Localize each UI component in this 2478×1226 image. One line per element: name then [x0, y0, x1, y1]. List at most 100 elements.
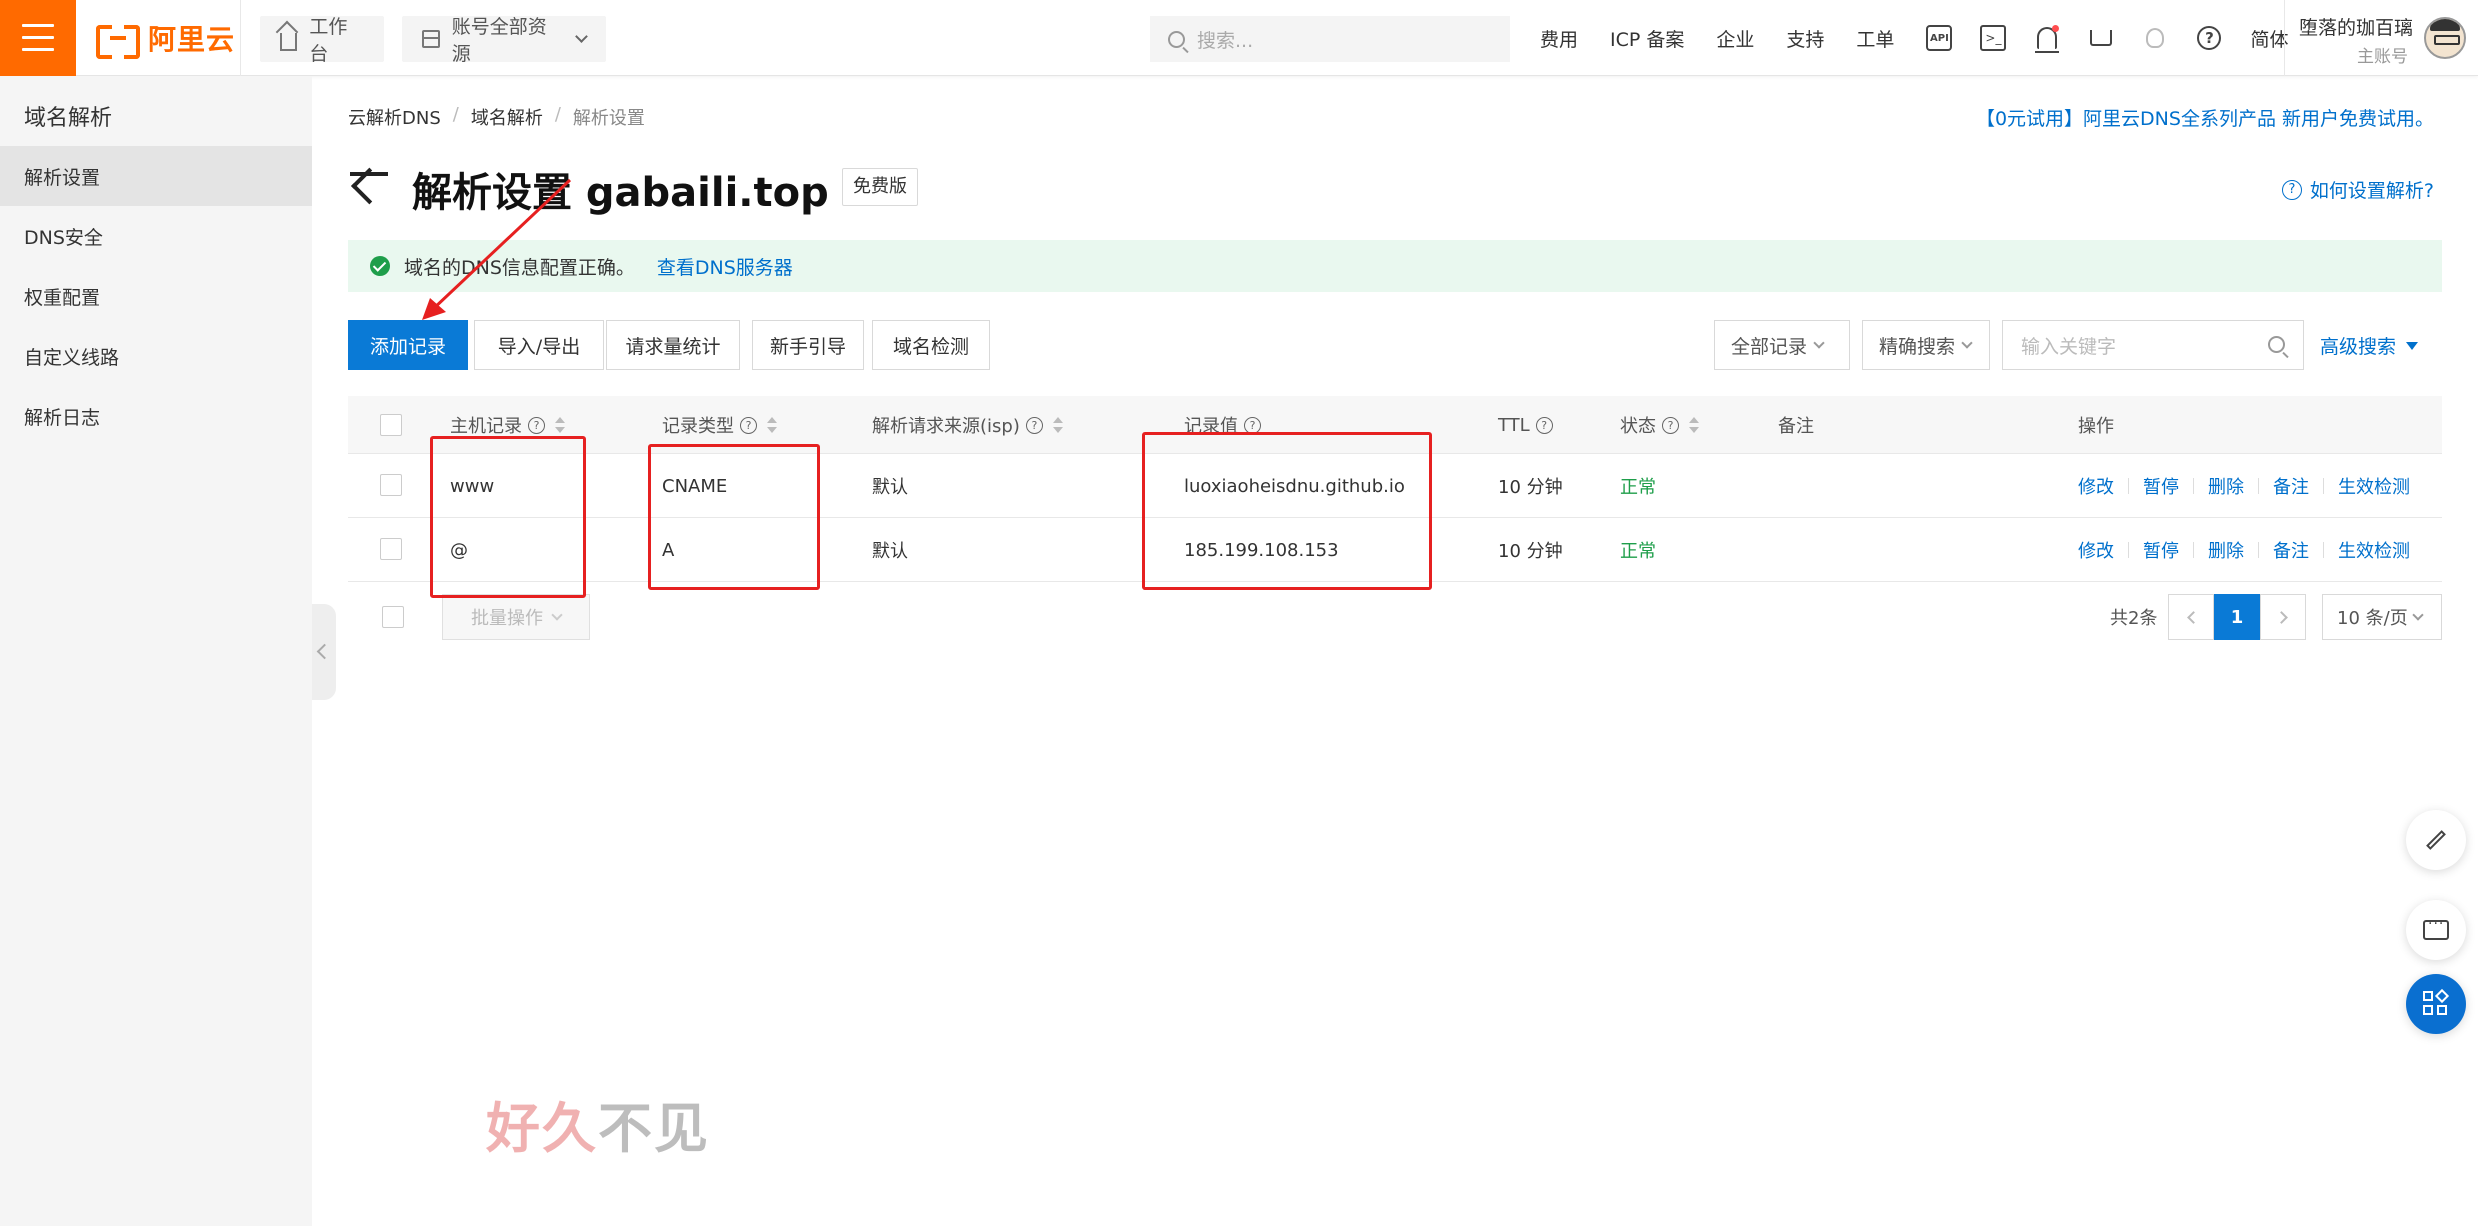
hamburger-menu-button[interactable]: [0, 0, 76, 76]
column-header-host[interactable]: 主机记录 ?: [450, 396, 565, 454]
sidebar-item-label: 权重配置: [24, 286, 101, 309]
nav-link-enterprise[interactable]: 企业: [1716, 25, 1754, 52]
remark-link[interactable]: 备注: [2273, 473, 2309, 499]
chevron-down-icon: [1813, 336, 1825, 349]
beginner-guide-button[interactable]: 新手引导: [752, 320, 864, 370]
sort-icon[interactable]: [1052, 416, 1063, 434]
chat-button[interactable]: [2406, 900, 2466, 960]
prev-page-button[interactable]: [2168, 594, 2214, 640]
watermark-part2: 不见: [598, 1097, 710, 1160]
help-button[interactable]: ?: [2196, 25, 2222, 51]
search-placeholder: 搜索...: [1197, 29, 1254, 52]
help-link[interactable]: ? 如何设置解析?: [2281, 176, 2434, 203]
sidebar-item-weight[interactable]: 权重配置: [0, 266, 312, 326]
question-icon[interactable]: ?: [1025, 416, 1043, 434]
sidebar-collapse-toggle[interactable]: [312, 604, 336, 700]
sort-icon[interactable]: [1689, 416, 1699, 434]
cell-ttl: 10 分钟: [1498, 541, 1563, 562]
cell-isp: 默认: [872, 477, 908, 498]
question-icon[interactable]: ?: [1244, 416, 1261, 434]
question-icon[interactable]: ?: [1535, 416, 1553, 434]
cell-type: A: [662, 539, 675, 561]
delete-link[interactable]: 删除: [2208, 473, 2244, 499]
user-menu[interactable]: 堕落的珈百璃 主账号: [2284, 0, 2478, 76]
view-dns-servers-link[interactable]: 查看DNS服务器: [657, 253, 793, 280]
pause-link[interactable]: 暂停: [2143, 537, 2179, 563]
column-header-isp[interactable]: 解析请求来源(isp) ?: [872, 396, 1063, 454]
edition-badge: 免费版: [842, 168, 918, 206]
breadcrumb-item-current: 解析设置: [572, 108, 645, 129]
record-filter-select[interactable]: 全部记录: [1714, 320, 1850, 370]
back-arrow-icon[interactable]: [350, 172, 388, 176]
sidebar-item-label: 解析设置: [24, 166, 101, 189]
records-table-header: 主机记录 ? 记录类型 ? 解析请求来源(isp) ? 记录值 ? TTL ? …: [348, 396, 2442, 454]
resources-dropdown[interactable]: 账号全部资源: [402, 16, 606, 65]
sort-icon[interactable]: [555, 416, 565, 434]
notification-button[interactable]: [2034, 25, 2060, 53]
sidebar-item-custom-line[interactable]: 自定义线路: [0, 326, 312, 386]
question-icon[interactable]: ?: [740, 416, 757, 434]
sidebar-title: 域名解析: [24, 106, 113, 131]
row-checkbox[interactable]: [380, 474, 402, 496]
avatar: [2424, 17, 2466, 59]
workbench-button[interactable]: 工作台: [260, 16, 384, 65]
batch-operation-button[interactable]: 批量操作: [442, 594, 590, 640]
next-page-button[interactable]: [2260, 594, 2306, 640]
keyword-input[interactable]: 输入关键字: [2002, 320, 2304, 370]
page-button-current[interactable]: 1: [2214, 594, 2260, 640]
column-header-type[interactable]: 记录类型 ?: [662, 396, 777, 454]
sort-icon[interactable]: [767, 416, 777, 434]
edit-link[interactable]: 修改: [2078, 473, 2114, 499]
sidebar-item-label: 自定义线路: [24, 346, 120, 369]
remark-link[interactable]: 备注: [2273, 537, 2309, 563]
apps-button[interactable]: [2406, 974, 2466, 1034]
sidebar-item-dns-settings[interactable]: 解析设置: [0, 146, 312, 206]
domain-check-button[interactable]: 域名检测: [872, 320, 990, 370]
page-size-select[interactable]: 10 条/页: [2322, 594, 2442, 640]
column-header-ttl: TTL ?: [1498, 396, 1553, 454]
cell-host: @: [450, 539, 468, 561]
advanced-search-toggle[interactable]: 高级搜索: [2320, 332, 2419, 359]
sidebar-item-dns-security[interactable]: DNS安全: [0, 206, 312, 266]
bell-icon: [2035, 25, 2060, 53]
select-all-checkbox[interactable]: [380, 414, 402, 436]
breadcrumb-item-domain[interactable]: 域名解析: [471, 104, 543, 130]
sidebar-item-logs[interactable]: 解析日志: [0, 386, 312, 446]
aliyun-logo[interactable]: 阿里云: [96, 20, 235, 59]
delete-link[interactable]: 删除: [2208, 537, 2244, 563]
feedback-edit-button[interactable]: [2406, 810, 2466, 870]
effect-check-link[interactable]: 生效检测: [2338, 473, 2410, 499]
row-checkbox[interactable]: [380, 538, 402, 560]
top-links: 费用 ICP 备案 企业 支持 工单 API >_ ? 简体: [1540, 0, 2288, 76]
user-role: 主账号: [2357, 47, 2408, 67]
pause-link[interactable]: 暂停: [2143, 473, 2179, 499]
promo-link[interactable]: 【0元试用】阿里云DNS全系列产品 新用户免费试用。: [1976, 104, 2434, 131]
tips-button[interactable]: [2142, 25, 2168, 51]
edit-link[interactable]: 修改: [2078, 537, 2114, 563]
sidebar-item-label: DNS安全: [24, 226, 103, 249]
cell-ttl: 10 分钟: [1498, 477, 1563, 498]
pencil-icon: [2426, 830, 2446, 850]
cell-type: CNAME: [662, 475, 728, 497]
api-icon[interactable]: API: [1926, 25, 1953, 51]
question-icon[interactable]: ?: [528, 416, 545, 434]
terminal-icon[interactable]: >_: [1980, 25, 2007, 51]
breadcrumb-item-dns[interactable]: 云解析DNS: [348, 104, 441, 130]
search-icon[interactable]: [2268, 336, 2285, 353]
cart-button[interactable]: [2088, 25, 2114, 51]
column-header-status[interactable]: 状态 ?: [1620, 396, 1699, 454]
request-stats-button[interactable]: 请求量统计: [606, 320, 740, 370]
nav-link-billing[interactable]: 费用: [1540, 25, 1578, 52]
chevron-left-icon: [2186, 610, 2200, 624]
nav-link-support[interactable]: 支持: [1786, 25, 1824, 52]
footer-select-all-checkbox[interactable]: [382, 606, 404, 628]
nav-link-tickets[interactable]: 工单: [1856, 25, 1894, 52]
search-mode-select[interactable]: 精确搜索: [1862, 320, 1990, 370]
nav-link-icp[interactable]: ICP 备案: [1610, 25, 1684, 52]
chat-icon: [2423, 916, 2449, 940]
table-row: @ A 默认 185.199.108.153 10 分钟 正常 修改 暂停 删除…: [348, 518, 2442, 582]
effect-check-link[interactable]: 生效检测: [2338, 537, 2410, 563]
global-search-input[interactable]: 搜索...: [1150, 16, 1510, 62]
question-icon[interactable]: ?: [1662, 416, 1679, 434]
language-switch[interactable]: 简体: [2250, 25, 2288, 52]
